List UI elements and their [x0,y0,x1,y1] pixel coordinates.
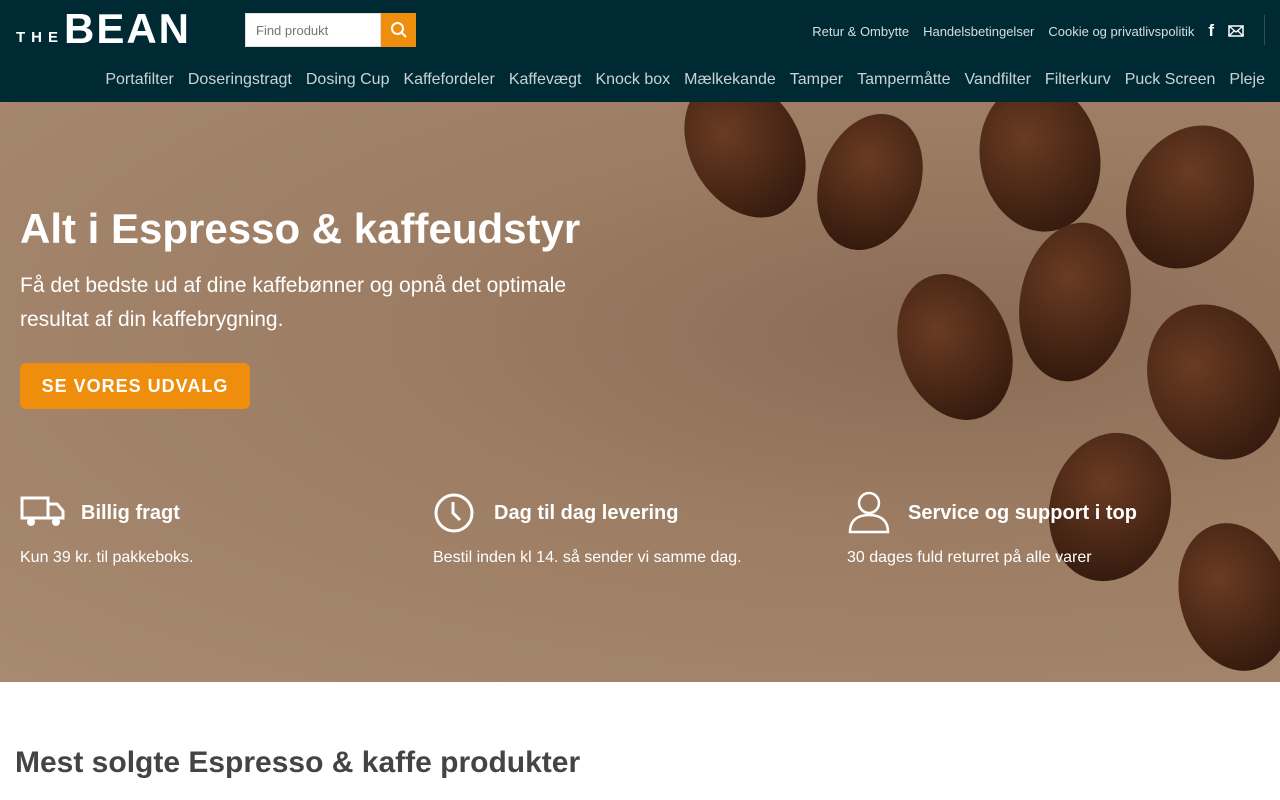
divider [1264,15,1265,45]
coffee-bean-image [1162,510,1280,682]
coffee-bean-image [799,102,941,265]
link-terms[interactable]: Handelsbetingelser [923,24,1034,39]
nav-item[interactable]: Mælkekande [684,71,776,89]
logo[interactable]: THE BEAN [16,5,192,52]
feature-desc: Kun 39 kr. til pakkeboks. [20,549,194,566]
hero-banner: Alt i Espresso & kaffeudstyr Få det beds… [0,102,1280,682]
nav-item[interactable]: Tamper [790,71,843,89]
nav-item[interactable]: Portafilter [105,71,173,89]
feature-desc: 30 dages fuld returret på alle varer [847,549,1092,566]
mail-icon[interactable] [1228,25,1244,37]
top-links: Retur & Ombytte Handelsbetingelser Cooki… [812,21,1244,41]
nav-item[interactable]: Kaffevægt [509,71,582,89]
nav-item[interactable]: Filterkurv [1045,71,1111,89]
nav-item[interactable]: Doseringstragt [188,71,292,89]
main-nav: Portafilter Doseringstragt Dosing Cup Ka… [105,71,1265,89]
coffee-bean-image [967,102,1113,242]
search-form [245,13,416,47]
search-button[interactable] [381,13,416,47]
nav-item[interactable]: Knock box [595,71,670,89]
site-header: THE BEAN Retur & Ombytte Handelsbetingel… [0,0,1280,102]
nav-item[interactable]: Tampermåtte [857,71,950,89]
nav-item[interactable]: Puck Screen [1125,71,1216,89]
hero-subtitle: Få det bedste ud af dine kaffebønner og … [20,274,566,331]
coffee-bean-image [877,257,1033,437]
search-input[interactable] [245,13,381,47]
coffee-bean-image [659,102,831,240]
facebook-icon[interactable]: f [1208,21,1214,41]
nav-item[interactable]: Kaffefordeler [403,71,494,89]
feature-title: Dag til dag levering [494,502,679,524]
nav-item[interactable]: Dosing Cup [306,71,390,89]
shop-now-button[interactable]: SE VORES UDVALG [20,363,250,409]
user-icon [848,491,890,534]
coffee-bean-image [1006,213,1144,391]
feature-title: Billig fragt [81,502,180,524]
hero-title: Alt i Espresso & kaffeudstyr [20,205,581,252]
nav-item[interactable]: Pleje [1229,71,1265,89]
link-returns[interactable]: Retur & Ombytte [812,24,909,39]
logo-text-small: THE [16,29,64,46]
logo-text: BEAN [64,5,192,52]
link-privacy[interactable]: Cookie og privatlivspolitik [1048,24,1194,39]
feature-title: Service og support i top [908,502,1137,524]
nav-item[interactable]: Vandfilter [965,71,1031,89]
feature-desc: Bestil inden kl 14. så sender vi samme d… [433,549,742,566]
truck-icon [20,496,65,526]
clock-icon [434,493,474,533]
section-title: Mest solgte Espresso & kaffe produkter [15,746,581,779]
search-icon [390,22,407,38]
